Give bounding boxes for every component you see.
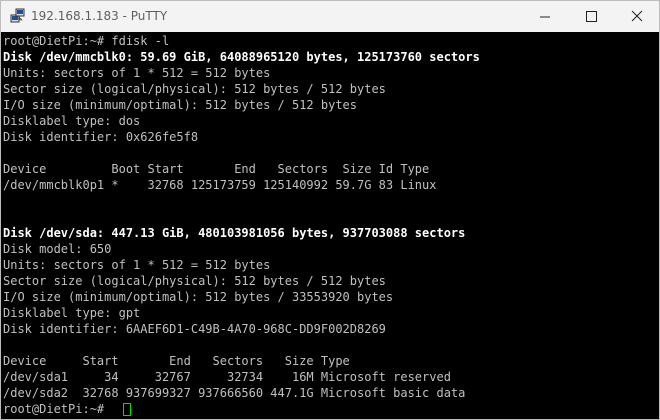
- terminal-line: Device Boot Start End Sectors Size Id Ty…: [3, 162, 430, 176]
- terminal-line: Disk /dev/mmcblk0: 59.69 GiB, 6408896512…: [3, 50, 480, 64]
- terminal-line: Disk identifier: 6AAEF6D1-C49B-4A70-968C…: [3, 322, 386, 336]
- terminal-line: Disk /dev/sda: 447.13 GiB, 480103981056 …: [3, 226, 466, 240]
- minimize-icon: [540, 16, 550, 18]
- terminal-area[interactable]: root@DietPi:~# fdisk -l Disk /dev/mmcblk…: [2, 32, 658, 419]
- putty-window: 192.168.1.183 - PuTTY root@DietPi:~# fdi…: [0, 0, 660, 420]
- terminal-line: Disklabel type: dos: [3, 114, 141, 128]
- terminal-line: I/O size (minimum/optimal): 512 bytes / …: [3, 290, 394, 304]
- terminal-line: Sector size (logical/physical): 512 byte…: [3, 274, 386, 288]
- minimize-button[interactable]: [522, 1, 568, 32]
- terminal-line: root@DietPi:~# fdisk -l: [3, 34, 170, 48]
- terminal-line: Units: sectors of 1 * 512 = 512 bytes: [3, 258, 271, 272]
- close-icon: [631, 10, 643, 22]
- terminal-cursor: [123, 403, 131, 416]
- close-button[interactable]: [614, 1, 660, 32]
- terminal-line: Units: sectors of 1 * 512 = 512 bytes: [3, 66, 271, 80]
- maximize-button[interactable]: [568, 1, 614, 32]
- maximize-icon: [586, 11, 597, 22]
- terminal-line: I/O size (minimum/optimal): 512 bytes / …: [3, 98, 358, 112]
- terminal-line: Disklabel type: gpt: [3, 306, 141, 320]
- terminal-line: Sector size (logical/physical): 512 byte…: [3, 82, 386, 96]
- title-bar[interactable]: 192.168.1.183 - PuTTY: [1, 1, 659, 32]
- terminal-line: Disk identifier: 0x626fe5f8: [3, 130, 199, 144]
- terminal-line: /dev/mmcblk0p1 * 32768 125173759 1251409…: [3, 178, 437, 192]
- terminal-prompt: root@DietPi:~#: [3, 402, 112, 416]
- window-title: 192.168.1.183 - PuTTY: [31, 9, 168, 23]
- putty-icon[interactable]: [10, 8, 26, 24]
- terminal-line: /dev/sda2 32768 937699327 937666560 447.…: [3, 386, 466, 400]
- terminal-line: Device Start End Sectors Size Type: [3, 354, 350, 368]
- terminal-line: Disk model: 650: [3, 242, 112, 256]
- terminal-line: /dev/sda1 34 32767 32734 16M Microsoft r…: [3, 370, 451, 384]
